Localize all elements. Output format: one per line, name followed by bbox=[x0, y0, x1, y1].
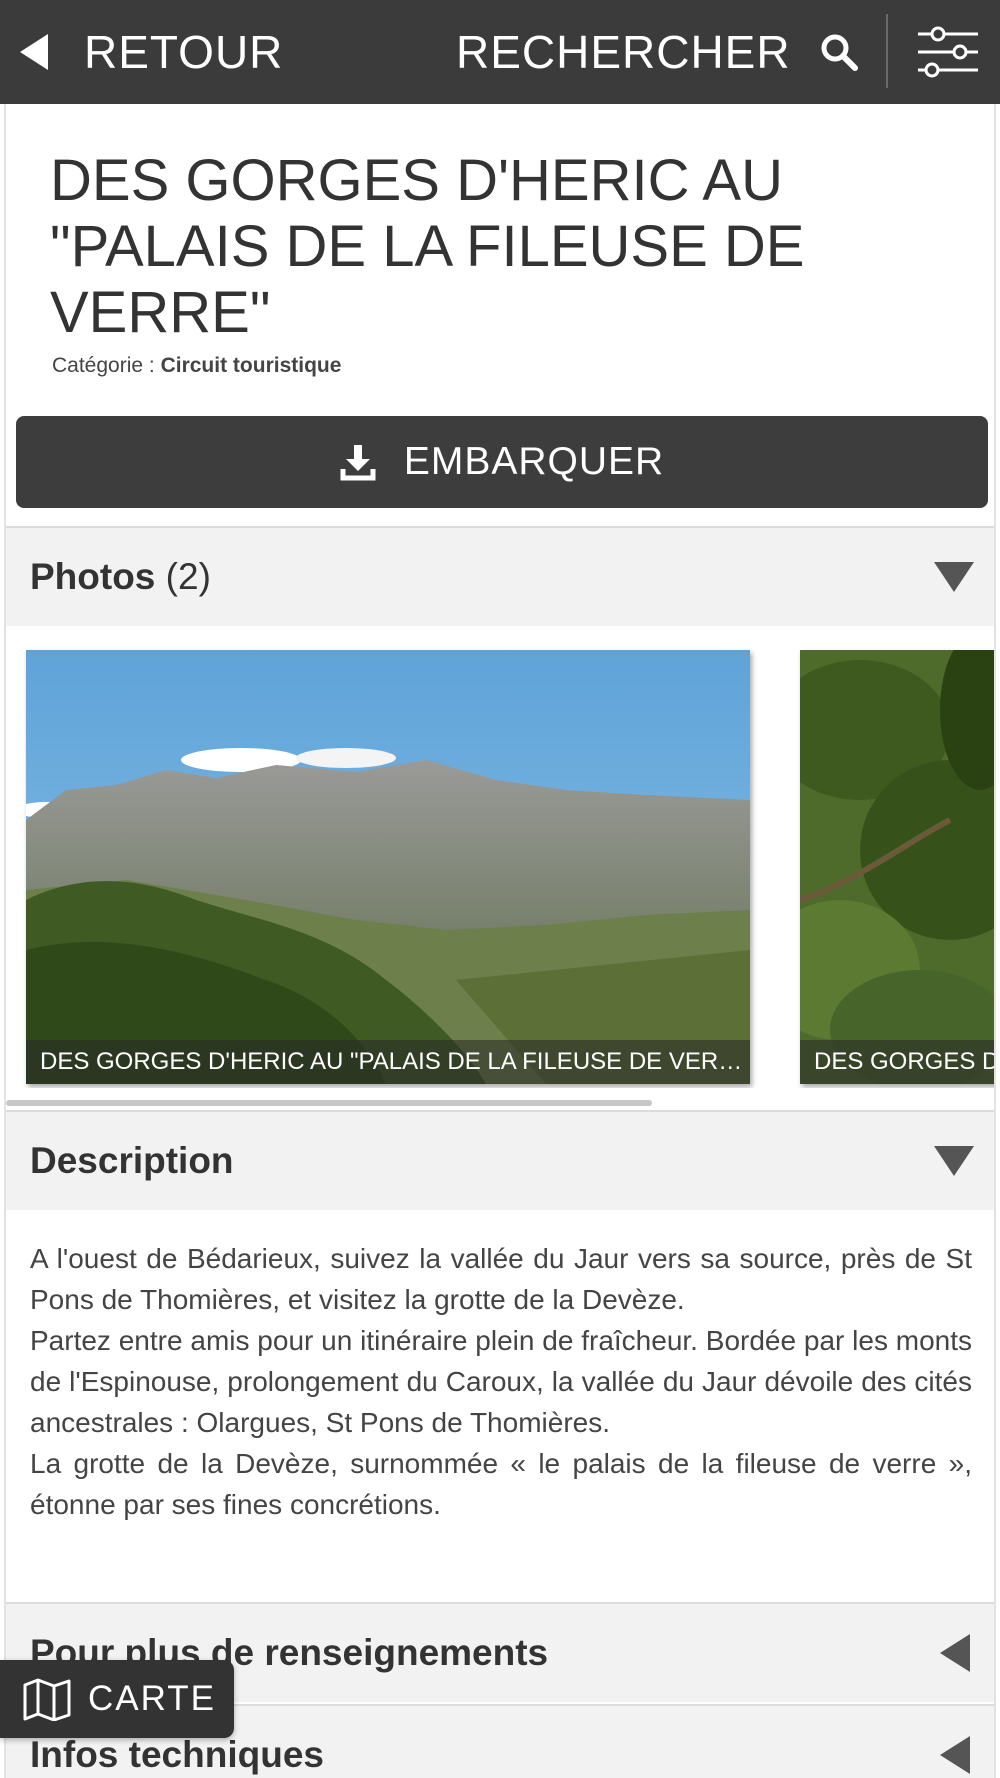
back-label: RETOUR bbox=[84, 26, 284, 78]
photos-count: (2) bbox=[165, 556, 211, 597]
expand-left-icon bbox=[940, 1736, 970, 1774]
expand-down-icon bbox=[934, 562, 974, 592]
description-section-header[interactable]: Description bbox=[6, 1110, 994, 1210]
description-paragraph: A l'ouest de Bédarieux, suivez la vallée… bbox=[30, 1243, 972, 1315]
photos-section-header[interactable]: Photos (2) bbox=[6, 526, 994, 626]
category-label: Catégorie : bbox=[52, 354, 155, 377]
search-label: RECHERCHER bbox=[456, 26, 791, 78]
pine-tree-photo bbox=[800, 650, 994, 1084]
embark-button[interactable]: EMBARQUER bbox=[16, 416, 988, 508]
back-button[interactable]: RETOUR bbox=[18, 22, 283, 82]
search-icon bbox=[821, 34, 858, 71]
description-paragraph: La grotte de la Devèze, surnommée « le p… bbox=[30, 1448, 972, 1520]
photo-item[interactable]: DES GORGES D'HERIC AU "PALAIS DE LA FILE… bbox=[800, 650, 994, 1084]
top-bar: RETOUR RECHERCHER bbox=[0, 0, 1000, 104]
map-button[interactable]: CARTE bbox=[0, 1660, 234, 1738]
description-text: A l'ouest de Bédarieux, suivez la vallée… bbox=[30, 1238, 972, 1525]
map-icon bbox=[23, 1678, 71, 1721]
page-title: DES GORGES D'HERIC AU "PALAIS DE LA FILE… bbox=[50, 148, 805, 345]
photo-caption: DES GORGES D'HERIC AU "PALAIS DE LA FILE… bbox=[26, 1040, 750, 1084]
description-label: Description bbox=[30, 1140, 234, 1181]
photos-label: Photos bbox=[30, 556, 156, 597]
description-paragraph: Partez entre amis pour un itinéraire ple… bbox=[30, 1325, 972, 1438]
embark-label: EMBARQUER bbox=[403, 440, 665, 483]
category-line: Catégorie : Circuit touristique bbox=[52, 354, 341, 378]
photo-item[interactable]: DES GORGES D'HERIC AU "PALAIS DE LA FILE… bbox=[26, 650, 750, 1084]
photo-carousel[interactable]: DES GORGES D'HERIC AU "PALAIS DE LA FILE… bbox=[6, 626, 994, 1088]
filters-icon[interactable] bbox=[916, 24, 980, 80]
download-icon bbox=[340, 445, 376, 481]
expand-left-icon bbox=[940, 1634, 970, 1672]
topbar-divider bbox=[886, 14, 888, 88]
landscape-photo bbox=[26, 650, 750, 1084]
map-label: CARTE bbox=[88, 1679, 216, 1718]
search-button[interactable]: RECHERCHER bbox=[456, 22, 859, 82]
detail-card: DES GORGES D'HERIC AU "PALAIS DE LA FILE… bbox=[4, 104, 996, 1778]
tech-info-label: Infos techniques bbox=[30, 1734, 324, 1775]
photo-caption: DES GORGES D'HERIC AU "PALAIS DE LA FILE… bbox=[800, 1040, 994, 1084]
category-value: Circuit touristique bbox=[160, 354, 342, 377]
carousel-scrollbar[interactable] bbox=[6, 1100, 652, 1106]
back-arrow-icon bbox=[20, 34, 48, 70]
expand-down-icon bbox=[934, 1146, 974, 1176]
photos-section-title: Photos (2) bbox=[30, 556, 211, 598]
